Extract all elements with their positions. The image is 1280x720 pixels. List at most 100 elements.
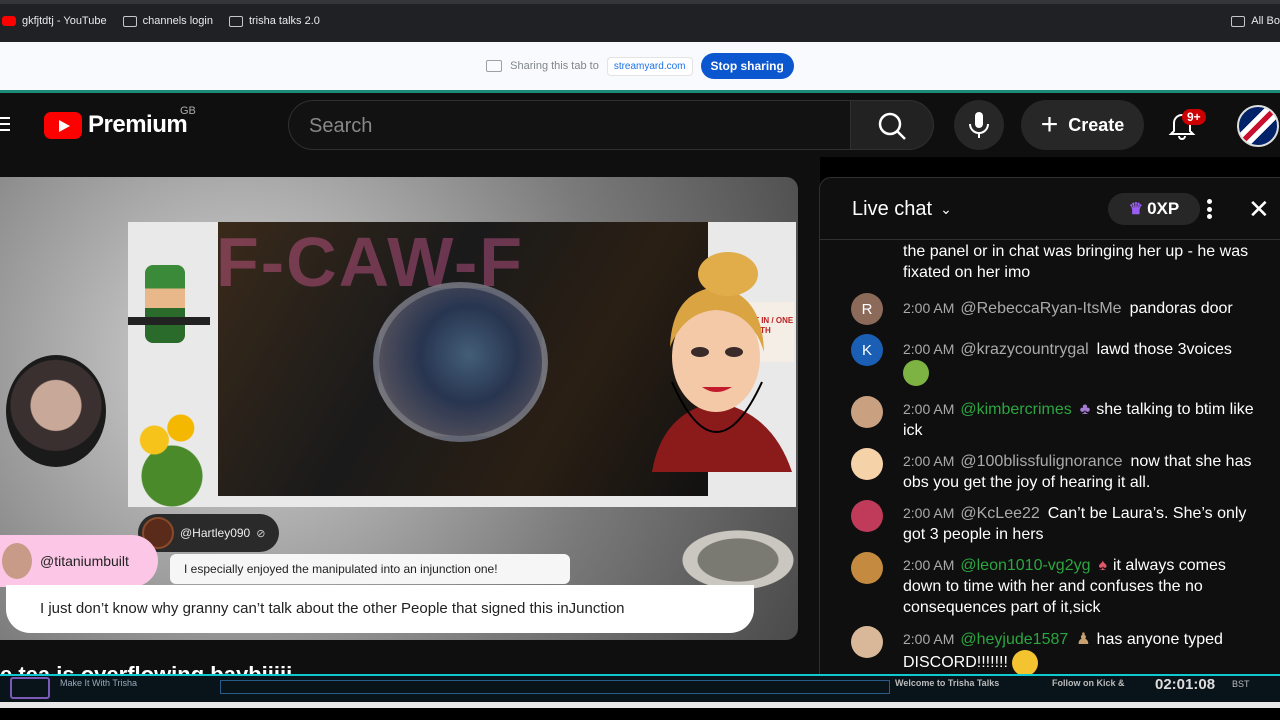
message-time: 2:00 AM	[903, 300, 955, 316]
youtube-logo[interactable]: Premium GB	[44, 105, 196, 139]
all-bookmarks-button[interactable]: All Bo	[1231, 0, 1280, 42]
youtube-header: Premium GB Search + Create 9+	[0, 93, 1280, 157]
live-chat-panel: Live chat ⌄ ♛ 0XP ✕ the panel or in chat…	[819, 177, 1280, 674]
xp-value: 0XP	[1147, 199, 1180, 218]
microphone-icon	[969, 112, 989, 138]
folder-icon	[1231, 15, 1246, 27]
crown-icon: ♛	[1128, 201, 1144, 218]
bookmark-label: channels login	[142, 15, 213, 27]
clock-timezone: BST	[1232, 679, 1250, 689]
message-time: 2:00 AM	[903, 341, 955, 357]
bottom-strip	[0, 708, 1280, 720]
close-icon[interactable]: ✕	[1248, 196, 1270, 222]
avatar[interactable]	[851, 552, 883, 584]
stop-sharing-button[interactable]: Stop sharing	[700, 53, 794, 79]
stream-clock: 02:01:08	[1155, 676, 1216, 693]
avatar[interactable]	[851, 500, 883, 532]
cartoon-avatar-overlay	[652, 252, 792, 472]
bookmark-label: gkfjtdtj - YouTube	[22, 15, 107, 27]
folder-icon	[122, 15, 137, 27]
avatar[interactable]: R	[851, 293, 883, 325]
shushing-face-icon	[1012, 650, 1039, 674]
avatar[interactable]	[851, 626, 883, 658]
comment-text: I especially enjoyed the manipulated int…	[170, 554, 570, 584]
chat-header: Live chat ⌄ ♛ 0XP ✕	[820, 178, 1280, 240]
ticker-welcome: Welcome to Trisha Talks	[895, 678, 1000, 688]
stream-ticker: Make It With Trisha Welcome to Trisha Ta…	[0, 674, 1280, 702]
chat-title: Live chat	[852, 198, 933, 220]
message-author[interactable]: @KcLee22	[960, 505, 1039, 522]
message-time: 2:00 AM	[903, 557, 955, 573]
nauseated-face-icon	[903, 360, 929, 386]
search-button[interactable]	[850, 100, 934, 150]
bookmarks-bar: gkfjtdtj - YouTube channels login trisha…	[0, 0, 1280, 42]
search-input[interactable]: Search	[288, 100, 852, 150]
leprechaun-figure	[145, 265, 185, 343]
bookmark-trisha-talks[interactable]: trisha talks 2.0	[228, 15, 320, 27]
comment-author: @titaniumbuilt	[40, 553, 129, 569]
message-text: lawd those 3voices	[1096, 341, 1232, 358]
comment-text: I just don’t know why granny can’t talk …	[6, 585, 754, 633]
message-author[interactable]: @leon1010-vg2yg	[960, 557, 1090, 574]
bookmark-channels-login[interactable]: channels login	[122, 15, 213, 27]
message-author[interactable]: @krazycountrygal	[960, 341, 1088, 358]
tulip-vase	[128, 392, 216, 512]
message-text: pandoras door	[1129, 300, 1233, 317]
browser-top-strip	[0, 0, 1280, 4]
account-avatar[interactable]	[1237, 105, 1279, 147]
chat-mode-dropdown[interactable]: Live chat ⌄	[852, 198, 952, 221]
youtube-icon	[2, 16, 16, 26]
comment-author-chip: @titaniumbuilt	[0, 535, 158, 587]
folder-icon	[228, 15, 243, 27]
menu-icon[interactable]	[0, 113, 10, 133]
message-author[interactable]: @100blissfulignorance	[960, 453, 1122, 470]
notification-badge: 9+	[1182, 109, 1206, 125]
xp-button[interactable]: ♛ 0XP	[1108, 193, 1200, 225]
chevron-down-icon: ⌄	[940, 201, 952, 217]
sharing-domain: streamyard.com	[606, 56, 693, 76]
screen-share-icon	[486, 60, 503, 72]
message-author[interactable]: @kimbercrimes	[960, 401, 1071, 418]
circle-webcam	[373, 282, 548, 442]
logo-text: Premium	[88, 111, 188, 138]
message-text: she talking to btim like ick	[903, 401, 1254, 439]
video-area: F-CAW-F OUT ROOT IN / ONE TWO TH @Hartle…	[0, 157, 820, 687]
comment-author-chip: @Hartley090 ⊘	[138, 514, 280, 552]
search-icon	[878, 112, 906, 140]
host-webcam	[6, 355, 106, 467]
ticker-left-text: Make It With Trisha	[60, 678, 138, 688]
create-button[interactable]: + Create	[1021, 100, 1144, 150]
avatar[interactable]	[851, 448, 883, 480]
kitten-image	[648, 512, 798, 592]
sharing-text: Sharing this tab to	[510, 60, 599, 72]
avatar	[2, 543, 32, 579]
bookmark-youtube[interactable]: gkfjtdtj - YouTube	[2, 15, 107, 27]
shelf	[128, 317, 210, 325]
member-badge-icon: ♠	[1098, 557, 1107, 574]
ticker-follow: Follow on Kick &	[1052, 678, 1125, 688]
message-time: 2:00 AM	[903, 453, 955, 469]
ticker-bar	[220, 680, 890, 694]
avatar[interactable]: K	[851, 334, 883, 366]
more-options-icon[interactable]	[1203, 196, 1215, 222]
message-time: 2:00 AM	[903, 401, 955, 417]
voice-search-button[interactable]	[954, 100, 1004, 150]
message-author[interactable]: @RebeccaRyan-ItsMe	[960, 300, 1121, 317]
region-code: GB	[180, 105, 196, 117]
message-time: 2:00 AM	[903, 631, 955, 647]
stream-logo	[10, 677, 50, 699]
bookmark-label: trisha talks 2.0	[248, 15, 320, 27]
plus-icon: +	[1040, 108, 1059, 141]
message-text: Can’t be Laura’s. She’s only got 3 peopl…	[903, 505, 1247, 543]
message-text: the panel or in chat was bringing her up…	[903, 243, 1249, 281]
avatar[interactable]	[851, 396, 883, 428]
member-badge-icon: ♟	[1076, 631, 1091, 648]
verified-icon: ⊘	[256, 527, 266, 540]
comment-author: @Hartley090	[180, 526, 251, 540]
message-time: 2:00 AM	[903, 505, 955, 521]
message-author[interactable]: @heyjude1587	[960, 631, 1068, 648]
youtube-play-icon	[44, 111, 82, 139]
create-label: Create	[1068, 114, 1125, 135]
tab-sharing-bar: Sharing this tab to streamyard.com Stop …	[0, 42, 1280, 90]
all-bookmarks-label: All Bo	[1251, 15, 1280, 27]
